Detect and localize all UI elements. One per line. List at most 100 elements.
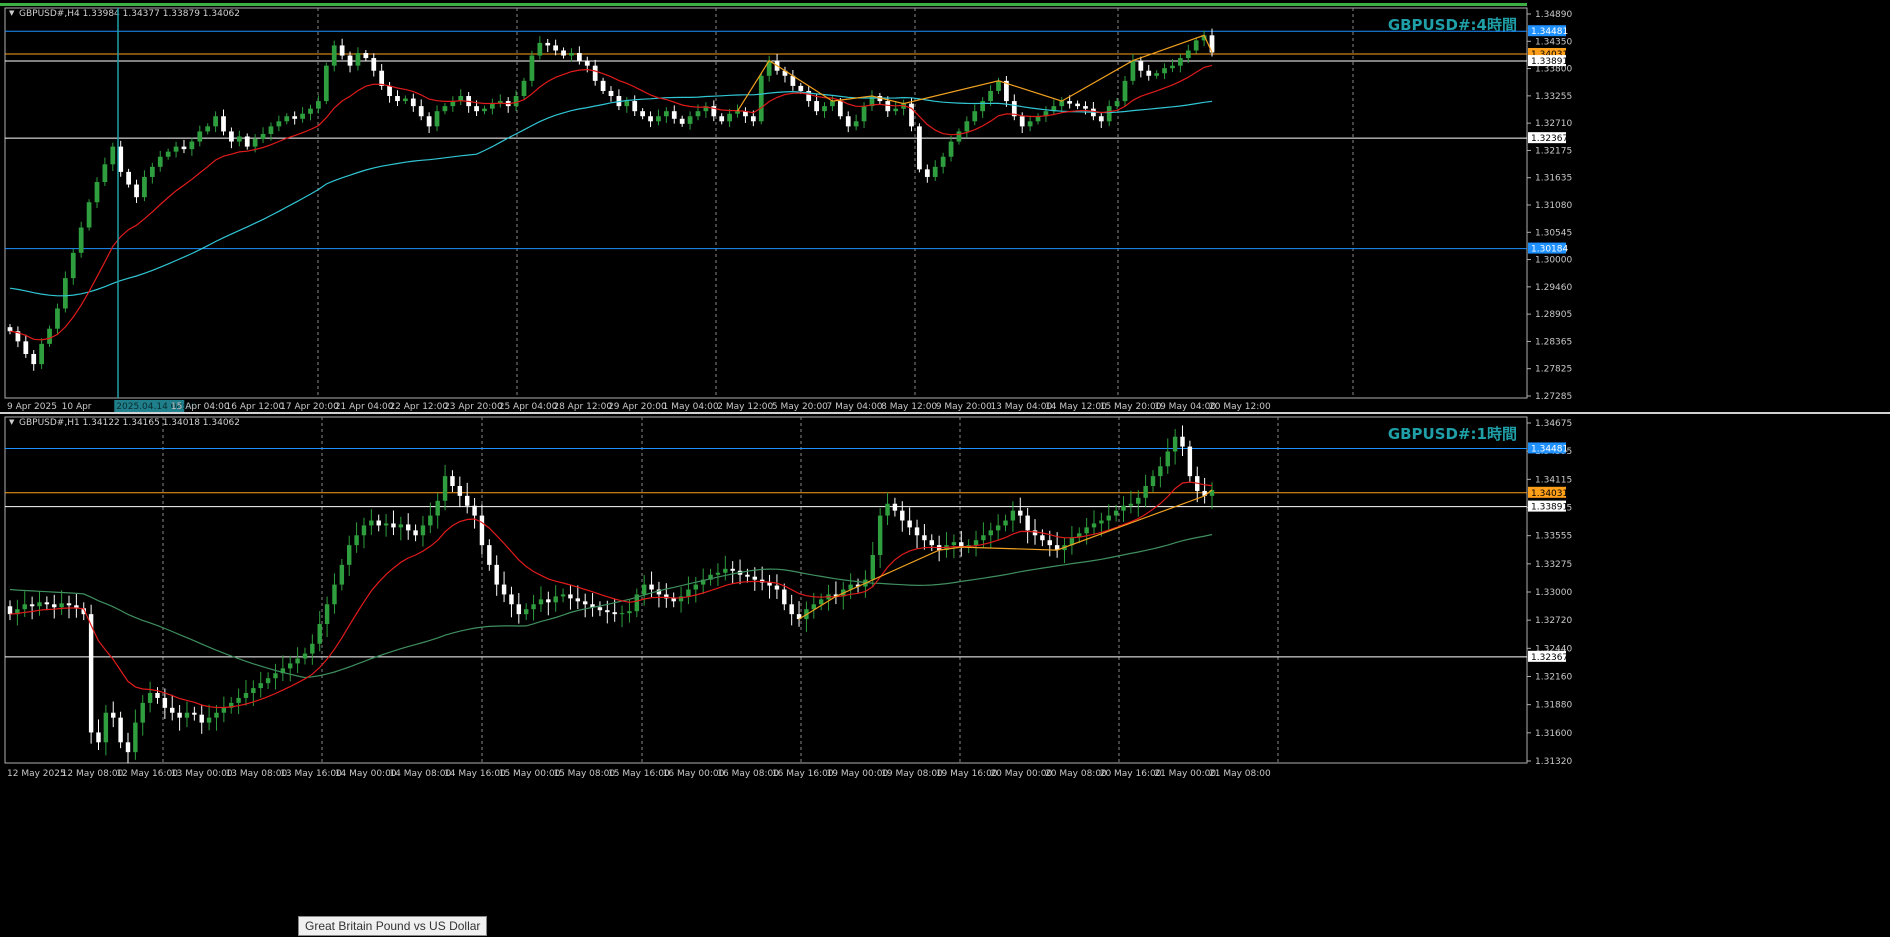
candle-body: [922, 535, 927, 541]
y-tick-label: 1.34890: [1535, 10, 1572, 20]
chart-canvas: 1.348901.343501.338001.332551.327101.321…: [0, 3, 1890, 779]
x-tick-label: 15 May 20:00: [1100, 402, 1162, 412]
candle-body: [671, 598, 676, 602]
candle-body: [1165, 451, 1170, 467]
y-tick-label: 1.32160: [1535, 673, 1572, 683]
candle-body: [608, 90, 614, 97]
x-tick-label: 10 Apr: [62, 402, 92, 412]
candle-body: [584, 60, 590, 66]
candle-body: [310, 643, 315, 654]
x-tick-label: 20 May 16:00: [1100, 769, 1162, 779]
candle-body: [553, 596, 558, 603]
candle-body: [553, 45, 559, 51]
candle-body: [126, 171, 131, 185]
candle-body: [31, 353, 37, 365]
y-tick-label: 1.31880: [1535, 701, 1572, 711]
candle-body: [995, 525, 1001, 531]
candle-body: [893, 108, 899, 112]
candle-body: [199, 714, 204, 723]
y-tick-label: 1.32710: [1535, 119, 1572, 129]
candle-body: [474, 106, 479, 112]
candle-body: [845, 116, 851, 127]
x-tick-label: 19 May 16:00: [936, 769, 998, 779]
candle-body: [1010, 510, 1016, 521]
candle-body: [295, 658, 300, 664]
candle-body: [59, 603, 64, 608]
candle-body: [885, 503, 890, 516]
moving-average-slow: [9, 533, 1213, 679]
candle-body: [276, 121, 282, 127]
candle-body: [569, 53, 574, 56]
candle-body: [529, 55, 535, 81]
candle-body: [980, 101, 986, 112]
candle-body: [861, 106, 867, 122]
candle-body: [268, 126, 274, 134]
candle-body: [649, 584, 654, 590]
zigzag-line: [798, 489, 1213, 620]
plot-frame: [4, 416, 1528, 764]
candle-body: [822, 106, 827, 112]
x-tick-label: 20 May 00:00: [990, 769, 1052, 779]
candle-body: [442, 106, 448, 112]
candle-body: [531, 604, 536, 610]
candle-body: [619, 613, 625, 615]
candle-body: [292, 116, 298, 119]
panel-h1: 1.346751.343951.341151.338351.335551.332…: [4, 416, 1572, 779]
candle-body: [118, 146, 124, 172]
candle-body: [300, 113, 305, 119]
x-tick-label: 19 May 04:00: [1154, 402, 1216, 412]
candle-body: [877, 515, 883, 556]
price-level-label: 1.30184: [1531, 245, 1568, 255]
candle-body: [745, 574, 750, 577]
x-tick-label: 15 May 00:00: [499, 769, 561, 779]
x-tick-label: 1 May 04:00: [663, 402, 719, 412]
x-tick-label: 2 May 12:00: [717, 402, 773, 412]
candle-body: [727, 113, 732, 122]
candle-body: [1146, 70, 1152, 76]
candle-body: [22, 604, 27, 610]
candle-body: [900, 510, 905, 521]
candle-body: [509, 594, 514, 605]
candle-body: [1130, 60, 1136, 81]
collapse-icon: ▼: [9, 418, 15, 426]
candle-body: [1172, 436, 1178, 452]
candle-body: [972, 111, 978, 122]
candle-body: [44, 602, 50, 605]
candle-body: [605, 610, 610, 613]
candle-body: [956, 131, 962, 142]
candle-body: [592, 65, 598, 81]
candle-body: [111, 712, 116, 718]
price-level-label: 1.33891: [1531, 503, 1568, 513]
x-tick-label: 12 May 16:00: [116, 769, 178, 779]
x-tick-label: 12 May 2025: [7, 769, 66, 779]
candle-body: [907, 520, 912, 528]
x-tick-label: 14 May 00:00: [335, 769, 397, 779]
candle-body: [582, 601, 588, 605]
candle-body: [597, 607, 603, 611]
candle-body: [1187, 446, 1193, 477]
candle-body: [86, 202, 92, 228]
candle-body: [405, 524, 411, 531]
candle-body: [752, 576, 758, 580]
candle-body: [29, 604, 35, 607]
x-tick-label: 15 May 16:00: [608, 769, 670, 779]
y-tick-label: 1.30545: [1535, 228, 1572, 238]
candle-body: [1003, 520, 1008, 526]
candle-body: [513, 96, 519, 107]
candle-body: [251, 688, 256, 694]
candle-body: [221, 116, 226, 132]
x-tick-label: 20 May 08:00: [1045, 769, 1107, 779]
candle-body: [426, 116, 432, 127]
candle-body: [39, 343, 45, 365]
candle-body: [656, 116, 661, 122]
collapse-icon: ▼: [9, 9, 15, 17]
y-tick-label: 1.34350: [1535, 37, 1572, 47]
candle-body: [284, 116, 290, 122]
y-tick-label: 1.32175: [1535, 146, 1572, 156]
chart-title: GBPUSD#:1時間: [1388, 425, 1517, 443]
candle-body: [205, 126, 211, 132]
x-tick-label: 19 May 08:00: [881, 769, 943, 779]
x-tick-label: 17 Apr 20:00: [280, 402, 339, 412]
candle-body: [288, 663, 293, 669]
y-tick-label: 1.34675: [1535, 419, 1572, 429]
